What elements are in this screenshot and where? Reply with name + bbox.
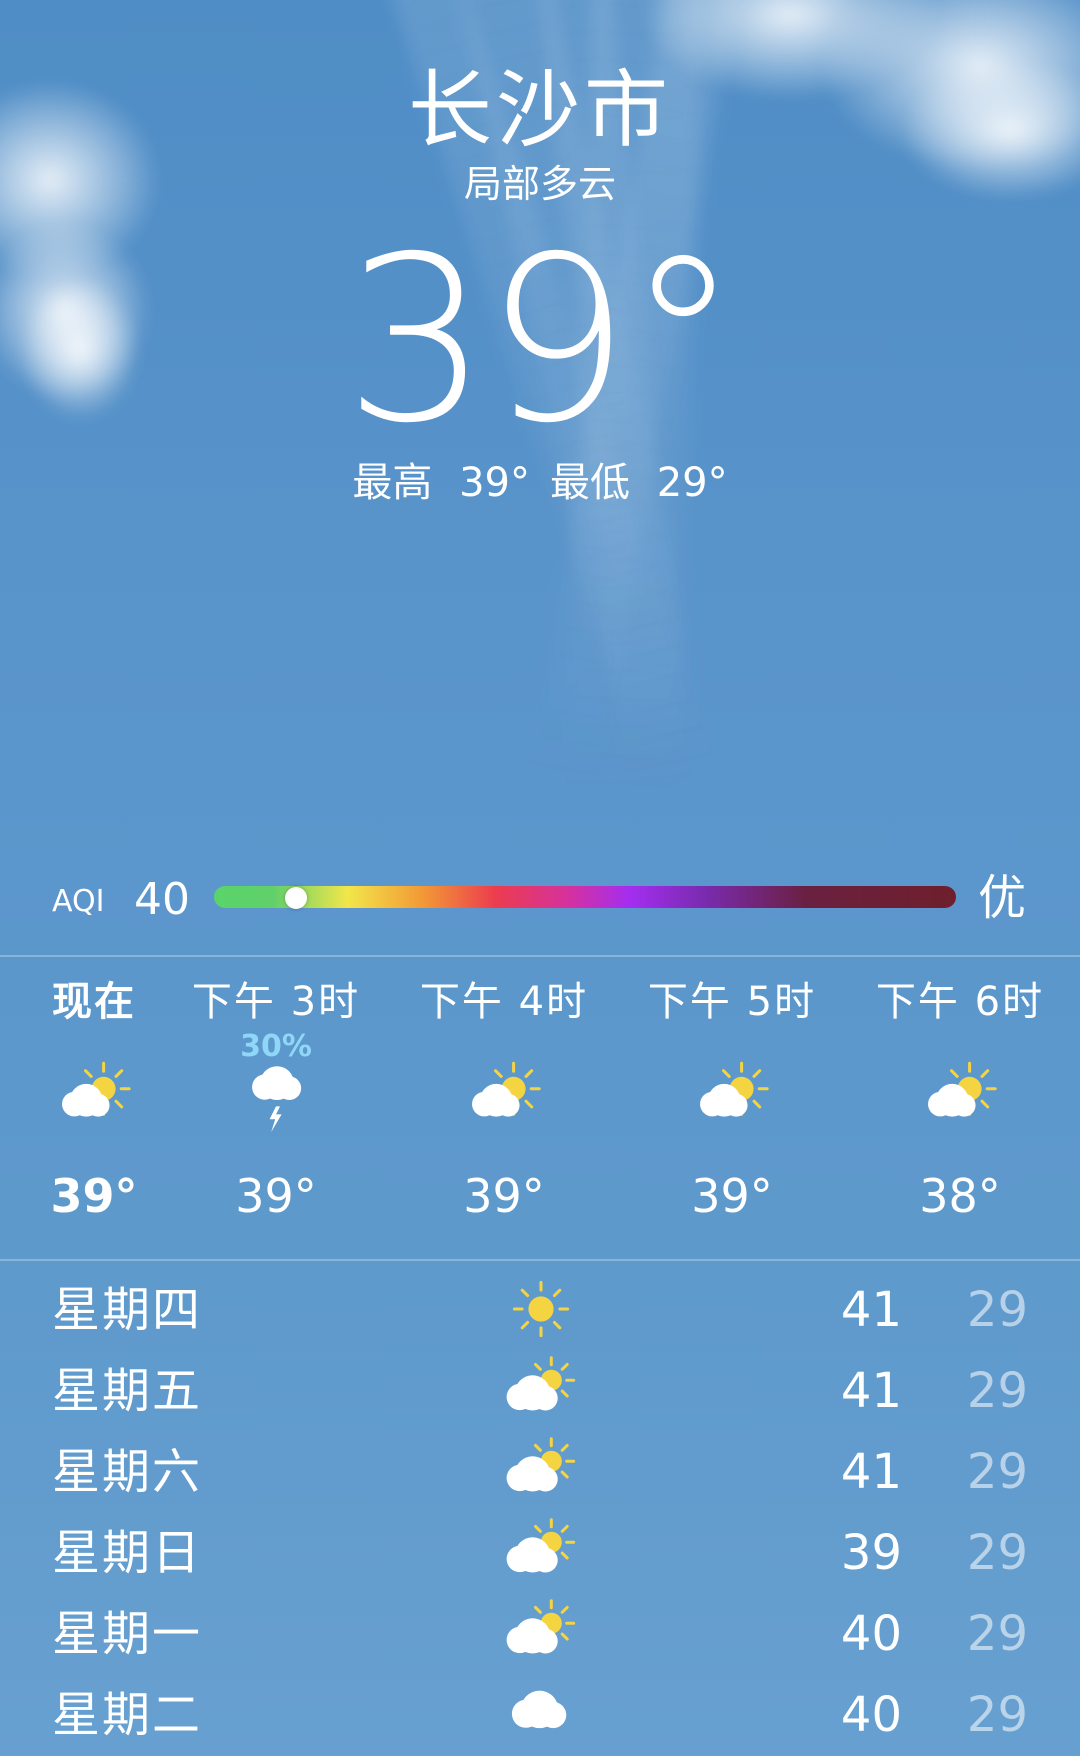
thunderstorm-icon: [236, 1060, 316, 1140]
aqi-indicator-knob: [284, 887, 307, 909]
day-name: 星期五: [52, 1363, 203, 1419]
daily-forecast-row: 星期四 41 29: [0, 1270, 1080, 1350]
hourly-forecast-item: 下午 4时 39°: [394, 960, 614, 1240]
current-temperature: 39°: [343, 207, 740, 473]
day-high-temperature: 41: [840, 1363, 902, 1419]
hour-label: 下午 5时: [647, 979, 817, 1025]
high-low-temperature: 最高 39° 最低 29°: [0, 458, 1080, 508]
precipitation-chance: 30%: [240, 1029, 312, 1064]
daily-forecast-row: 星期五 41 29: [0, 1351, 1080, 1431]
aqi-scale-bar: [214, 886, 956, 908]
weather-condition: 局部多云: [463, 162, 616, 206]
day-high-temperature: 40: [840, 1606, 902, 1662]
day-low-temperature: 29: [966, 1282, 1028, 1338]
day-name: 星期六: [52, 1444, 203, 1500]
hourly-forecast[interactable]: 现在 39° 下午 3时 30% 39° 下午 4时 39° 下午 5时 39° 下午 6时 38°: [0, 960, 1080, 1250]
daily-forecast-row: 星期六 41 29: [0, 1432, 1080, 1512]
city-name: 长沙市: [407, 61, 672, 159]
daily-forecast-row: 星期日 39 29: [0, 1513, 1080, 1593]
day-low-temperature: 29: [966, 1444, 1028, 1500]
day-low-temperature: 29: [966, 1525, 1028, 1581]
low-temperature: 最低 29°: [550, 460, 728, 506]
partly-cloudy-day-icon: [498, 1598, 584, 1668]
hour-label: 下午 4时: [419, 979, 589, 1025]
partly-cloudy-day-icon: [498, 1436, 584, 1506]
day-high-temperature: 40: [840, 1687, 902, 1743]
hourly-forecast-item: 下午 6时 38°: [850, 960, 1070, 1240]
partly-cloudy-day-icon: [920, 1060, 1000, 1140]
day-high-temperature: 41: [840, 1282, 902, 1338]
hour-temperature: 39°: [235, 1169, 317, 1223]
partly-cloudy-day-icon: [54, 1060, 134, 1140]
daily-forecast-row: 星期一 40 29: [0, 1594, 1080, 1674]
hour-label: 下午 3时: [191, 979, 361, 1025]
day-name: 星期四: [52, 1282, 203, 1338]
hourly-forecast-item: 下午 5时 39°: [622, 960, 842, 1240]
day-high-temperature: 41: [840, 1444, 902, 1500]
air-quality-index[interactable]: AQI 40 优: [0, 872, 1080, 924]
hour-temperature: 39°: [691, 1169, 773, 1223]
day-low-temperature: 29: [966, 1687, 1028, 1743]
divider: [0, 1259, 1080, 1261]
partly-cloudy-day-icon: [498, 1355, 584, 1425]
hourly-forecast-item: 下午 3时 30% 39°: [166, 960, 386, 1240]
aqi-value: 40: [134, 874, 190, 925]
aqi-level: 优: [977, 870, 1026, 926]
partly-cloudy-day-icon: [498, 1517, 584, 1587]
day-low-temperature: 29: [966, 1606, 1028, 1662]
partly-cloudy-day-icon: [464, 1060, 544, 1140]
aqi-label: AQI: [52, 884, 105, 919]
day-low-temperature: 29: [966, 1363, 1028, 1419]
hour-temperature: 39°: [463, 1169, 545, 1223]
cloud-icon: [498, 1679, 584, 1749]
weather-screen: 长沙市 局部多云 39° 最高 39° 最低 29° AQI 40 优 现在 39°…: [0, 0, 1080, 1756]
partly-cloudy-day-icon: [692, 1060, 772, 1140]
sun-icon: [498, 1274, 584, 1344]
day-name: 星期一: [52, 1606, 203, 1662]
hour-temperature: 38°: [919, 1169, 1001, 1223]
hour-label: 下午 6时: [875, 979, 1045, 1025]
divider: [0, 955, 1080, 957]
daily-forecast-row: 星期二 40 29: [0, 1675, 1080, 1755]
day-name: 星期日: [52, 1525, 203, 1581]
high-temperature: 最高 39°: [352, 460, 530, 506]
day-name: 星期二: [52, 1687, 203, 1743]
day-high-temperature: 39: [840, 1525, 902, 1581]
